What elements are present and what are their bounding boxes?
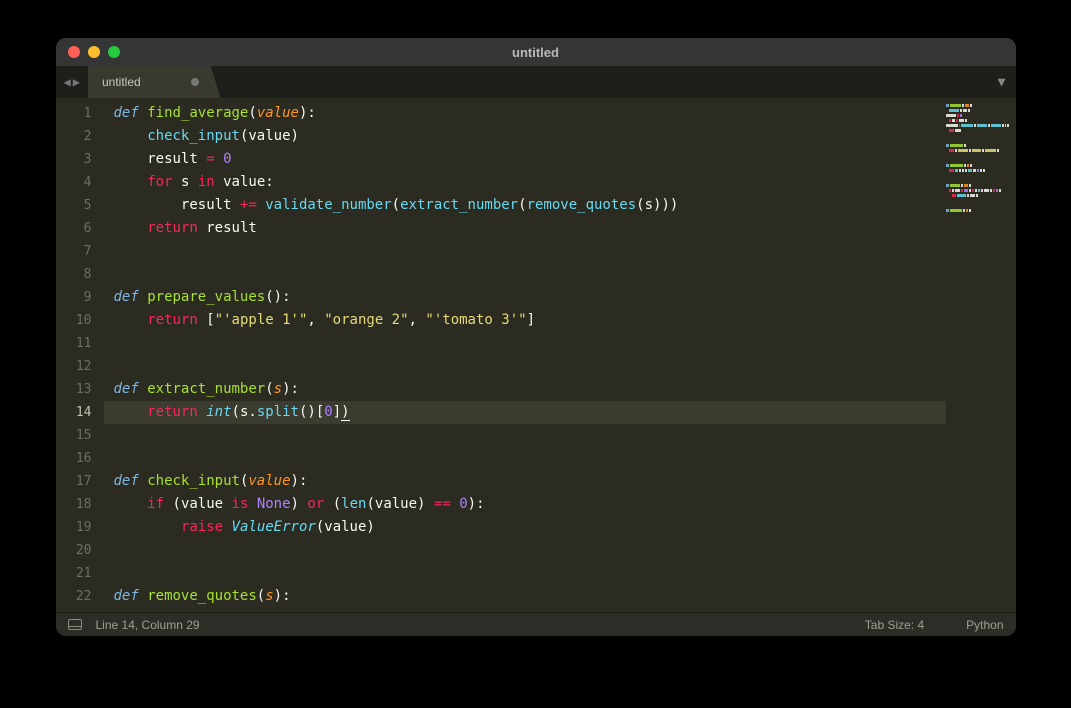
code-line[interactable] — [104, 355, 946, 378]
line-number[interactable]: 13 — [56, 378, 104, 401]
code-line[interactable] — [104, 539, 946, 562]
titlebar[interactable]: untitled — [56, 38, 1016, 66]
line-number[interactable]: 20 — [56, 539, 104, 562]
code-line[interactable]: raise ValueError(value) — [104, 516, 946, 539]
code-line[interactable]: return ["'apple 1'", "orange 2", "'tomat… — [104, 309, 946, 332]
code-line[interactable]: def find_average(value): — [104, 102, 946, 125]
line-number[interactable]: 6 — [56, 217, 104, 240]
status-bar: Line 14, Column 29 Tab Size: 4 Python — [56, 612, 1016, 636]
code-line[interactable]: def prepare_values(): — [104, 286, 946, 309]
tab-untitled[interactable]: untitled — [88, 66, 221, 98]
line-number[interactable]: 12 — [56, 355, 104, 378]
unsaved-indicator-icon — [191, 78, 199, 86]
code-line[interactable] — [104, 332, 946, 355]
code-line[interactable] — [104, 424, 946, 447]
cursor-position[interactable]: Line 14, Column 29 — [96, 618, 200, 632]
code-line[interactable] — [104, 240, 946, 263]
panel-switcher-icon[interactable]: ▼ — [988, 66, 1016, 98]
line-number[interactable]: 9 — [56, 286, 104, 309]
line-number[interactable]: 8 — [56, 263, 104, 286]
line-number[interactable]: 21 — [56, 562, 104, 585]
syntax-language[interactable]: Python — [966, 618, 1003, 632]
window-title: untitled — [56, 45, 1016, 60]
nav-forward-icon[interactable]: ▶ — [73, 75, 80, 89]
code-line[interactable]: if (value is None) or (len(value) == 0): — [104, 493, 946, 516]
line-number[interactable]: 17 — [56, 470, 104, 493]
line-number[interactable]: 2 — [56, 125, 104, 148]
tab-label: untitled — [102, 75, 141, 89]
line-number[interactable]: 1 — [56, 102, 104, 125]
code-line[interactable]: return result — [104, 217, 946, 240]
code-line[interactable]: def extract_number(s): — [104, 378, 946, 401]
code-line[interactable]: def check_input(value): — [104, 470, 946, 493]
nav-back-icon[interactable]: ◀ — [64, 75, 71, 89]
code-line[interactable]: def remove_quotes(s): — [104, 585, 946, 608]
tab-history-nav: ◀ ▶ — [56, 66, 88, 98]
editor-window: untitled ◀ ▶ untitled ▼ 1234567891011121… — [56, 38, 1016, 636]
line-number[interactable]: 7 — [56, 240, 104, 263]
tab-bar: ◀ ▶ untitled ▼ — [56, 66, 1016, 98]
line-number[interactable]: 18 — [56, 493, 104, 516]
code-line[interactable]: for s in value: — [104, 171, 946, 194]
line-number[interactable]: 15 — [56, 424, 104, 447]
maximize-icon[interactable] — [108, 46, 120, 58]
line-number[interactable]: 10 — [56, 309, 104, 332]
window-controls — [68, 46, 120, 58]
editor-area: 12345678910111213141516171819202122 def … — [56, 98, 1016, 612]
line-number[interactable]: 5 — [56, 194, 104, 217]
line-number-gutter[interactable]: 12345678910111213141516171819202122 — [56, 98, 104, 612]
close-icon[interactable] — [68, 46, 80, 58]
panel-layout-icon[interactable] — [68, 619, 82, 630]
line-number[interactable]: 16 — [56, 447, 104, 470]
minimap[interactable] — [946, 98, 1016, 612]
line-number[interactable]: 19 — [56, 516, 104, 539]
line-number[interactable]: 22 — [56, 585, 104, 608]
code-line[interactable]: result += validate_number(extract_number… — [104, 194, 946, 217]
code-line[interactable]: result = 0 — [104, 148, 946, 171]
line-number[interactable]: 14 — [56, 401, 104, 424]
code-line[interactable]: return int(s.split()[0]) — [104, 401, 946, 424]
code-line[interactable] — [104, 263, 946, 286]
tab-size-setting[interactable]: Tab Size: 4 — [865, 618, 924, 632]
line-number[interactable]: 3 — [56, 148, 104, 171]
minimize-icon[interactable] — [88, 46, 100, 58]
code-line[interactable] — [104, 447, 946, 470]
code-line[interactable] — [104, 562, 946, 585]
line-number[interactable]: 11 — [56, 332, 104, 355]
code-line[interactable]: check_input(value) — [104, 125, 946, 148]
line-number[interactable]: 4 — [56, 171, 104, 194]
code-content[interactable]: def find_average(value): check_input(val… — [104, 98, 946, 612]
